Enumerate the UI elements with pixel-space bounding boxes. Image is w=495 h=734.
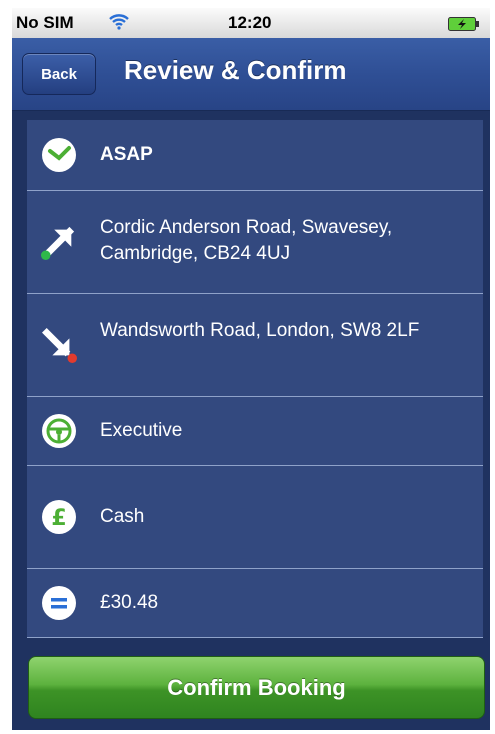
phone-screen: No SIM 12:20 Back Review & Confirm ASAP … <box>12 8 490 730</box>
svg-text:£: £ <box>51 506 66 531</box>
page-title: Review & Confirm <box>124 55 347 85</box>
list-item-dropoff[interactable]: Wandsworth Road, London, SW8 2LF <box>27 294 483 397</box>
confirm-booking-button[interactable]: Confirm Booking <box>28 656 485 719</box>
list-item-time[interactable]: ASAP <box>27 120 483 191</box>
payment-label: Cash <box>100 506 145 527</box>
list-item-vehicle[interactable]: Executive <box>27 397 483 466</box>
steering-wheel-icon <box>41 413 77 449</box>
list-item-price[interactable]: £30.48 <box>27 569 483 638</box>
dropoff-arrow-icon <box>41 327 77 363</box>
vehicle-label: Executive <box>100 420 183 441</box>
list-item-payment[interactable]: £ Cash <box>27 466 483 569</box>
nav-bar: Back Review & Confirm <box>12 38 490 111</box>
status-bar: No SIM 12:20 <box>12 8 490 38</box>
time-label: ASAP <box>100 144 153 165</box>
clock: 12:20 <box>228 13 272 32</box>
carrier-label: No SIM <box>16 13 74 32</box>
back-button[interactable]: Back <box>22 53 96 95</box>
pickup-address: Cordic Anderson Road, Swavesey, Cambridg… <box>100 217 393 264</box>
pickup-arrow-icon <box>41 224 77 260</box>
list-item-pickup[interactable]: Cordic Anderson Road, Swavesey, Cambridg… <box>27 191 483 294</box>
battery-charging-icon <box>448 16 480 36</box>
wifi-icon <box>108 11 130 36</box>
dropoff-address: Wandsworth Road, London, SW8 2LF <box>100 320 420 341</box>
equals-icon <box>41 585 77 621</box>
price-label: £30.48 <box>100 592 159 613</box>
pound-icon: £ <box>41 499 77 535</box>
booking-summary-list: ASAP Cordic Anderson Road, Swavesey, Cam… <box>27 120 483 638</box>
clock-icon <box>41 137 77 173</box>
